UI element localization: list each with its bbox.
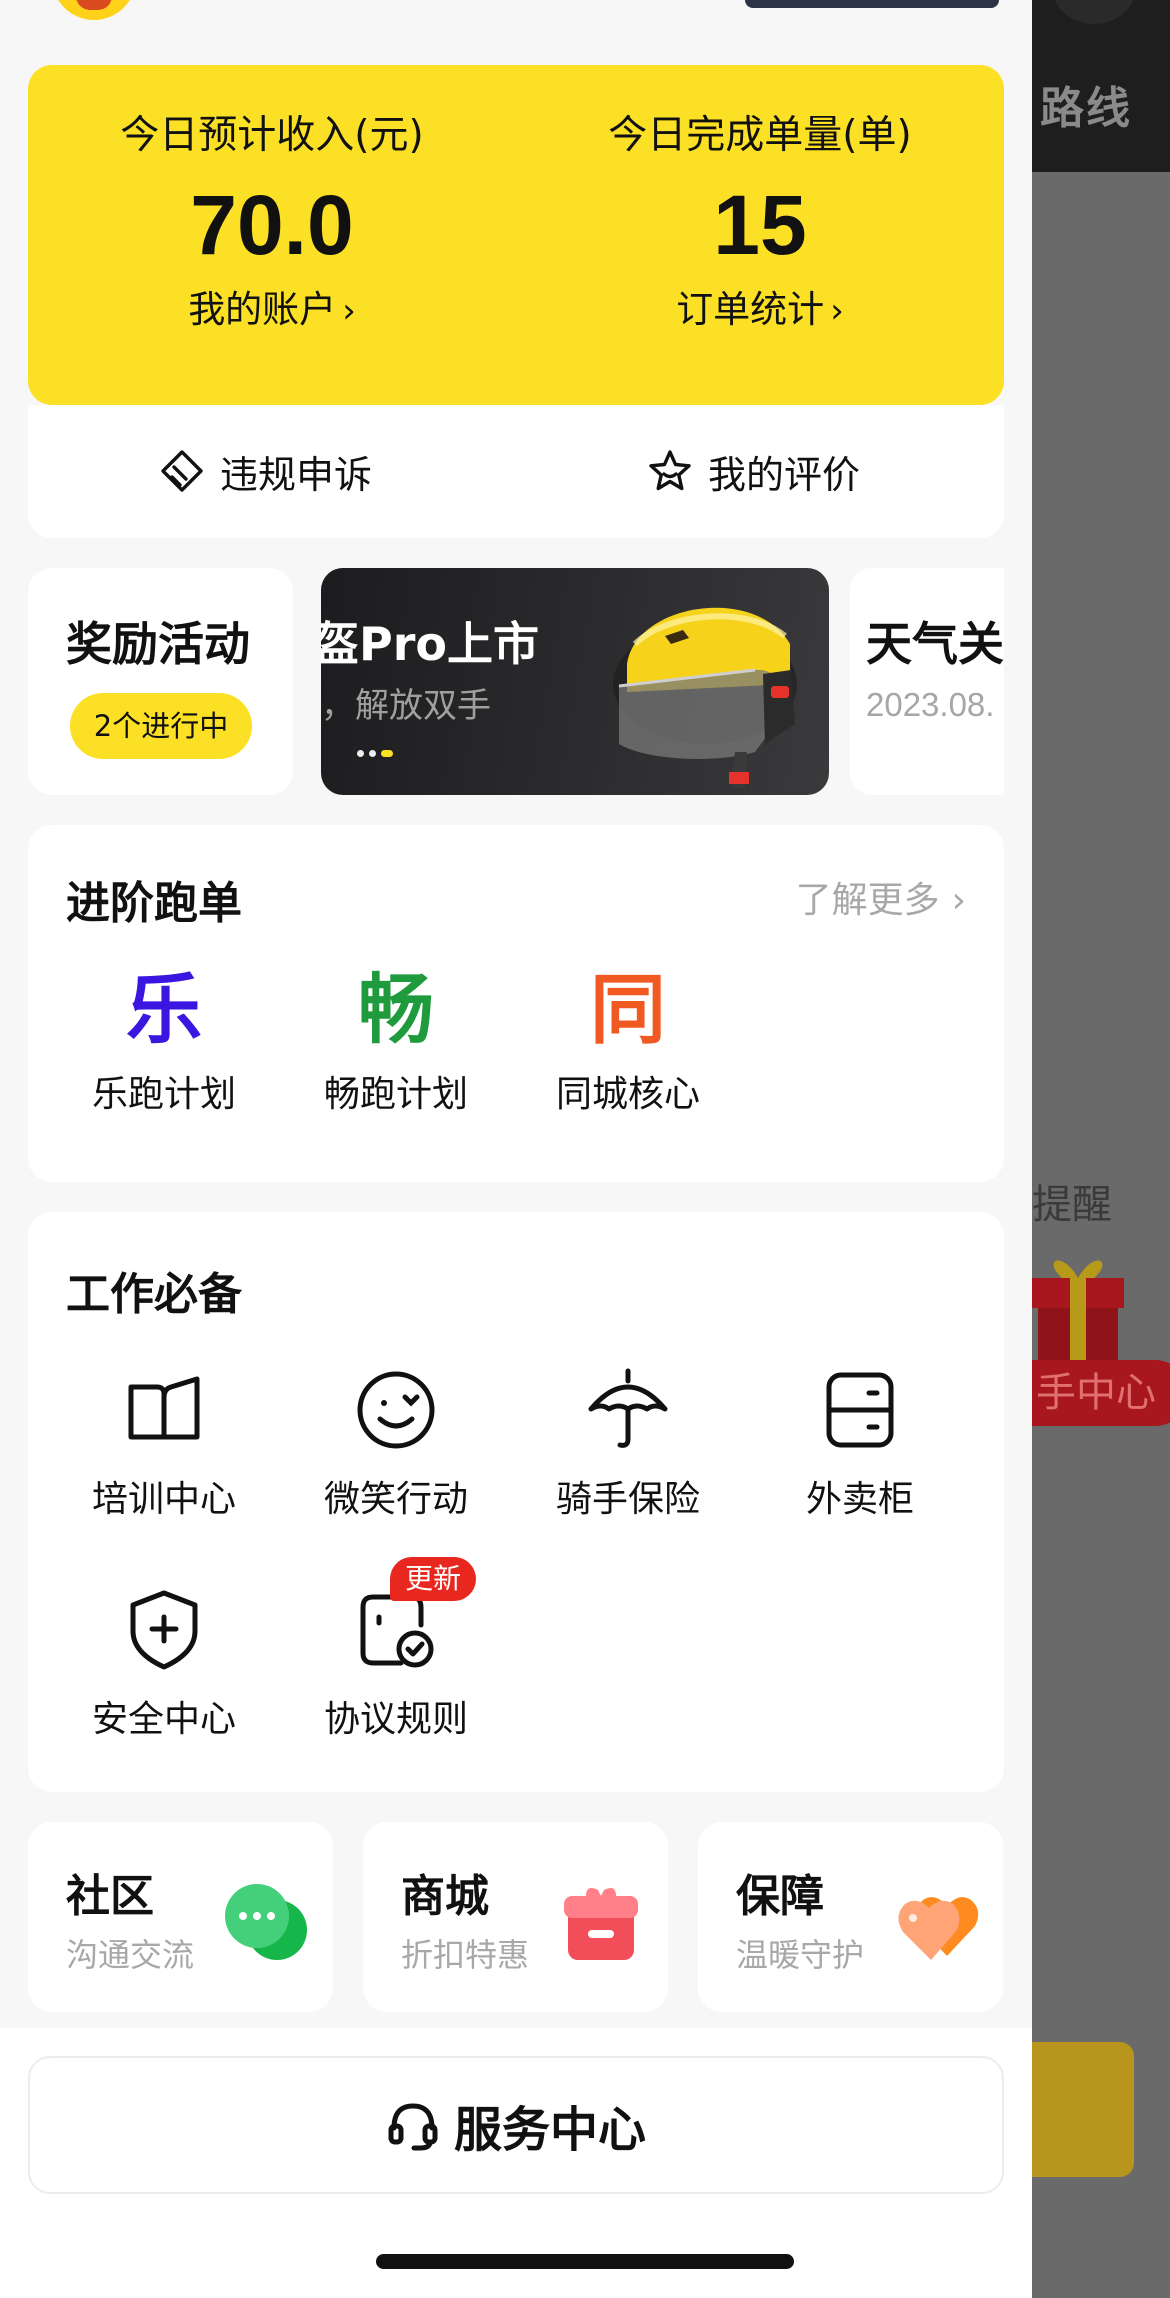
advanced-item-label: 畅跑计划 <box>323 1074 468 1115</box>
shield-plus-icon <box>130 1590 198 1670</box>
advanced-run-card: 进阶跑单 了解更多 › 乐 乐跑计划 畅 畅跑计划 同 同城核心 <box>28 825 1004 1182</box>
heart-icon <box>898 1897 979 1960</box>
weather-date: 2023.08. <box>866 686 995 723</box>
star-icon <box>649 450 691 491</box>
umbrella-icon <box>588 1368 668 1448</box>
appeal-label: 违规申诉 <box>220 452 373 497</box>
order-stats-label: 订单统计 <box>676 288 825 331</box>
work-item-insurance[interactable]: 骑手保险 <box>512 1362 744 1522</box>
side-drawer: 今日预计收入(元) 70.0 我的账户 › 今日完成单量(单) 15 订单统计 › … <box>0 0 1032 2298</box>
smile-icon <box>357 1371 435 1449</box>
advanced-item-tongcheng[interactable]: 同 同城核心 <box>512 965 744 1117</box>
shortcut-title: 保障 <box>736 1871 824 1922</box>
service-center-button[interactable]: 服务中心 <box>28 2056 1004 2194</box>
carousel-dots <box>357 750 393 757</box>
gift-box-icon <box>564 1888 638 1960</box>
shortcut-title: 商城 <box>401 1871 489 1922</box>
background-remind-label: 提醒 <box>1032 1182 1112 1228</box>
work-item-safety[interactable]: 安全中心 <box>48 1582 280 1742</box>
work-essentials-card: 工作必备 培训中心 微笑行动 骑手保险 外卖柜 安全中心 协议规则 更新 <box>28 1212 1004 1792</box>
order-stats-link[interactable]: 订单统计 › <box>516 287 1004 334</box>
advanced-run-title: 进阶跑单 <box>66 878 242 929</box>
carousel-dot <box>369 750 376 757</box>
advanced-item-label: 同城核心 <box>555 1074 700 1115</box>
chat-bubble-icon <box>225 1884 307 1960</box>
weather-title: 天气关 <box>866 617 1004 671</box>
work-item-label: 协议规则 <box>323 1699 468 1740</box>
income-value: 70.0 <box>190 178 354 272</box>
carousel-dot <box>357 750 364 757</box>
work-item-label: 外卖柜 <box>805 1479 914 1520</box>
my-account-label: 我的账户 <box>188 288 337 331</box>
work-essentials-title: 工作必备 <box>66 1269 242 1320</box>
shortcut-subtitle: 折扣特惠 <box>401 1936 530 1974</box>
shortcut-community[interactable]: 社区 沟通交流 <box>28 1822 333 2012</box>
helmet-image <box>613 607 797 788</box>
tongcheng-icon: 同 <box>590 965 666 1054</box>
reward-activities-card[interactable]: 奖励活动 2个进行中 <box>28 568 293 795</box>
update-badge: 更新 <box>390 1557 476 1601</box>
shortcut-subtitle: 沟通交流 <box>66 1936 195 1974</box>
gift-icon <box>1032 1260 1124 1360</box>
work-item-label: 培训中心 <box>91 1479 236 1520</box>
home-indicator[interactable] <box>376 2254 794 2269</box>
background-action-button <box>1032 2042 1134 2177</box>
shortcut-mall[interactable]: 商城 折扣特惠 <box>363 1822 668 2012</box>
shortcut-protection[interactable]: 保障 温暖守护 <box>698 1822 1003 2012</box>
appeal-button[interactable]: 违规申诉 <box>158 443 372 499</box>
quick-actions: 违规申诉 我的评价 <box>28 405 1004 538</box>
income-stat: 今日预计收入(元) 70.0 我的账户 › <box>28 113 516 334</box>
work-item-label: 安全中心 <box>91 1699 236 1740</box>
lepao-icon: 乐 <box>126 965 202 1054</box>
shortcut-title: 社区 <box>66 1871 154 1922</box>
chevron-right-icon: › <box>951 880 966 921</box>
learn-more-link[interactable]: 了解更多 › <box>796 871 966 923</box>
background-center-pill: 手中心 <box>1032 1360 1170 1426</box>
work-item-locker[interactable]: 外卖柜 <box>744 1362 976 1522</box>
learn-more-label: 了解更多 <box>795 880 940 921</box>
my-rating-label: 我的评价 <box>708 452 861 497</box>
banner-title: 盔Pro上市 <box>321 617 540 671</box>
headset-icon <box>388 2103 438 2151</box>
carousel-dot-active <box>381 750 393 757</box>
top-button[interactable] <box>745 0 999 8</box>
shortcut-subtitle: 温暖守护 <box>736 1936 865 1974</box>
avatar[interactable] <box>52 0 136 20</box>
work-item-label: 微笑行动 <box>323 1479 468 1520</box>
my-rating-button[interactable]: 我的评价 <box>646 443 860 499</box>
promo-banner[interactable]: 盔Pro上市 ，解放双手 <box>321 568 829 795</box>
book-icon <box>128 1376 200 1440</box>
weather-banner-card[interactable]: 天气关 2023.08. <box>850 568 1004 795</box>
work-item-label: 骑手保险 <box>555 1479 700 1520</box>
avatar-face <box>76 0 112 10</box>
banner-subtitle: ，解放双手 <box>321 686 491 726</box>
my-account-link[interactable]: 我的账户 › <box>28 287 516 334</box>
work-item-training[interactable]: 培训中心 <box>48 1362 280 1522</box>
locker-icon <box>826 1372 894 1448</box>
background-page: 路线 提醒 手中心 <box>1032 0 1170 2298</box>
work-item-smile[interactable]: 微笑行动 <box>280 1362 512 1522</box>
chevron-right-icon: › <box>830 291 844 331</box>
flag-diamond-icon <box>161 450 203 492</box>
changpao-icon: 畅 <box>358 965 434 1054</box>
advanced-item-label: 乐跑计划 <box>91 1074 236 1115</box>
advanced-item-lepao[interactable]: 乐 乐跑计划 <box>48 965 280 1117</box>
orders-label: 今日完成单量(单) <box>608 113 912 158</box>
orders-stat: 今日完成单量(单) 15 订单统计 › <box>516 113 1004 334</box>
chevron-right-icon: › <box>342 291 356 331</box>
earnings-card: 今日预计收入(元) 70.0 我的账户 › 今日完成单量(单) 15 订单统计 › <box>28 65 1004 405</box>
orders-value: 15 <box>713 178 807 272</box>
reward-count-pill: 2个进行中 <box>70 693 252 759</box>
income-label: 今日预计收入(元) <box>120 113 424 158</box>
service-center-label: 服务中心 <box>453 2102 646 2158</box>
work-item-agreement[interactable]: 协议规则 <box>280 1582 512 1742</box>
reward-title: 奖励活动 <box>66 617 250 671</box>
background-route-label: 路线 <box>1040 83 1132 134</box>
advanced-item-changpao[interactable]: 畅 畅跑计划 <box>280 965 512 1117</box>
